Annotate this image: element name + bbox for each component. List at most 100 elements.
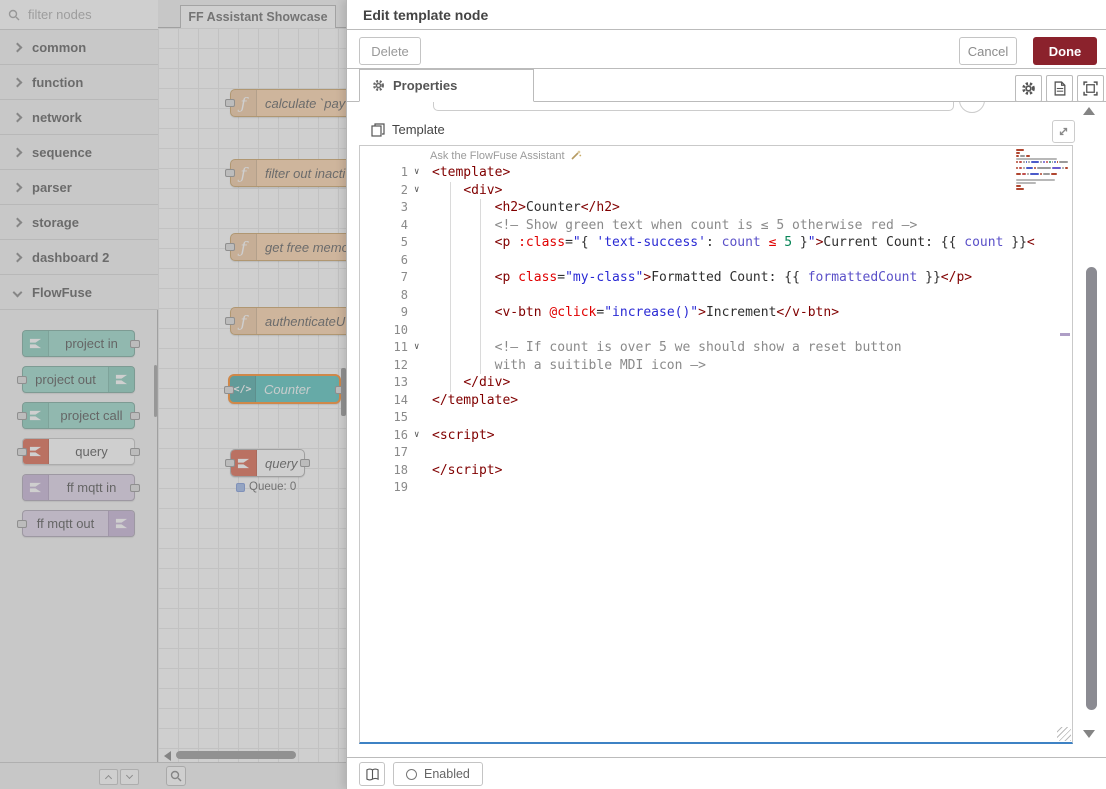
palette-category-storage[interactable]: storage — [0, 205, 158, 240]
search-flows-button[interactable] — [166, 766, 186, 786]
output-port[interactable] — [300, 459, 310, 467]
palette-flowfuse-nodes: project in project out project call query ff… — [22, 330, 135, 546]
palette-scrollbar[interactable] — [154, 365, 157, 417]
palette-category-function[interactable]: function — [0, 65, 158, 100]
workspace: FF Assistant Showcase ƒcalculate `pay ƒfi… — [158, 0, 346, 789]
fold-arrow-icon[interactable]: ∨ — [414, 182, 419, 200]
hscrollbar[interactable] — [176, 751, 296, 759]
palette-category-label: parser — [32, 180, 72, 195]
editor-resize-grip[interactable] — [1057, 727, 1071, 741]
fold-arrow-icon[interactable]: ∨ — [414, 164, 419, 182]
output-port[interactable] — [130, 448, 140, 456]
description-icon-button[interactable] — [1046, 75, 1073, 102]
code-line-2: 2∨ <div> — [360, 182, 1072, 200]
properties-icon-button[interactable] — [1015, 75, 1042, 102]
code-text: </script> — [432, 462, 502, 480]
palette-category-sequence[interactable]: sequence — [0, 135, 158, 170]
tray-footer: Enabled — [347, 757, 1106, 789]
line-number: 9 — [360, 304, 408, 322]
hscroll-left-arrow[interactable] — [164, 751, 171, 761]
fold-arrow-icon[interactable]: ∨ — [414, 339, 419, 357]
palette-category-network[interactable]: network — [0, 100, 158, 135]
palette-category-label: sequence — [32, 145, 92, 160]
code-line-4: 4 <!— Show green text when count is ≤ 5 … — [360, 217, 1072, 235]
tray-scroll-up-arrow[interactable] — [1083, 107, 1095, 115]
output-port[interactable] — [130, 412, 140, 420]
tray-scroll-down-arrow[interactable] — [1083, 730, 1095, 738]
cancel-button[interactable]: Cancel — [959, 37, 1017, 65]
palette-node-project-in[interactable]: project in — [22, 330, 135, 357]
code-lines: 1∨<template>2∨ <div>3 <h2>Counter</h2>4 … — [360, 146, 1072, 742]
node-label: calculate `pay — [257, 90, 345, 116]
line-number: 11 — [360, 339, 408, 357]
palette-node-ff-mqtt-in[interactable]: ff mqtt in — [22, 474, 135, 501]
delete-button[interactable]: Delete — [359, 37, 421, 65]
flow-node-get-free-memo[interactable]: ƒget free memo — [230, 233, 346, 261]
palette-category-flowfuse[interactable]: FlowFuse — [0, 275, 158, 310]
flow-node-counter[interactable]: </>Counter — [228, 374, 341, 404]
code-editor[interactable]: 1∨<template>2∨ <div>3 <h2>Counter</h2>4 … — [359, 145, 1073, 744]
palette-category-parser[interactable]: parser — [0, 170, 158, 205]
line-number: 5 — [360, 234, 408, 252]
minimap[interactable] — [1016, 149, 1068, 199]
flow-node-calculate-pay[interactable]: ƒcalculate `pay — [230, 89, 346, 117]
fold-arrow-icon[interactable]: ∨ — [414, 427, 419, 445]
assistant-hint[interactable]: Ask the FlowFuse Assistant — [430, 149, 582, 162]
code-line-1: 1∨<template> — [360, 164, 1072, 182]
output-port[interactable] — [130, 340, 140, 348]
palette-footer — [0, 762, 158, 789]
chevron-right-icon — [13, 252, 23, 262]
input-port[interactable] — [225, 169, 235, 177]
palette-category-common[interactable]: common — [0, 30, 158, 65]
expand-editor-button[interactable] — [1052, 120, 1075, 143]
flow-node-authenticateu[interactable]: ƒauthenticateU — [230, 307, 346, 335]
palette-node-project-call[interactable]: project call — [22, 402, 135, 429]
flowfuse-icon — [23, 475, 49, 500]
code-text: <p :class="{ 'text-success': count ≤ 5 }… — [432, 234, 1035, 252]
tab-properties[interactable]: Properties — [359, 69, 534, 102]
indent-guide — [480, 287, 481, 305]
flow-node-query[interactable]: query — [230, 449, 305, 477]
line-number: 12 — [360, 357, 408, 375]
input-port[interactable] — [17, 448, 27, 456]
input-port[interactable] — [225, 99, 235, 107]
input-port[interactable] — [225, 317, 235, 325]
tray-scrollbar-thumb[interactable] — [1086, 267, 1097, 710]
code-line-17: 17 — [360, 444, 1072, 462]
gear-icon — [1021, 81, 1036, 96]
magic-wand-icon — [569, 149, 582, 162]
code-line-18: 18</script> — [360, 462, 1072, 480]
collapse-all-button[interactable] — [99, 769, 118, 785]
node-help-button[interactable] — [359, 762, 385, 786]
enabled-toggle-button[interactable]: Enabled — [393, 762, 483, 786]
code-text: </div> — [432, 374, 510, 392]
input-port[interactable] — [17, 520, 27, 528]
appearance-icon-button[interactable] — [1077, 75, 1104, 102]
palette-node-ff-mqtt-out[interactable]: ff mqtt out — [22, 510, 135, 537]
node-label: filter out inacti — [257, 160, 345, 186]
tab-properties-label: Properties — [393, 78, 457, 93]
input-port[interactable] — [224, 386, 234, 394]
output-port[interactable] — [130, 484, 140, 492]
code-line-14: 14</template> — [360, 392, 1072, 410]
template-icon — [371, 123, 385, 137]
palette-category-dashboard-2[interactable]: dashboard 2 — [0, 240, 158, 275]
node-status: Queue: 0 — [236, 481, 296, 493]
search-icon — [8, 9, 20, 21]
line-number: 14 — [360, 392, 408, 410]
flow-tab[interactable]: FF Assistant Showcase — [180, 5, 336, 28]
flow-node-filter-out-inacti[interactable]: ƒfilter out inacti — [230, 159, 346, 187]
expand-all-button[interactable] — [120, 769, 139, 785]
input-port[interactable] — [225, 459, 235, 467]
search-input[interactable] — [26, 6, 146, 23]
palette-node-project-out[interactable]: project out — [22, 366, 135, 393]
input-port[interactable] — [225, 243, 235, 251]
line-number: 7 — [360, 269, 408, 287]
input-port[interactable] — [17, 376, 27, 384]
chevron-right-icon — [13, 112, 23, 122]
palette-node-label: query — [49, 439, 134, 464]
done-button[interactable]: Done — [1033, 37, 1097, 65]
input-port[interactable] — [17, 412, 27, 420]
palette-node-query[interactable]: query — [22, 438, 135, 465]
palette-search[interactable] — [0, 0, 158, 30]
